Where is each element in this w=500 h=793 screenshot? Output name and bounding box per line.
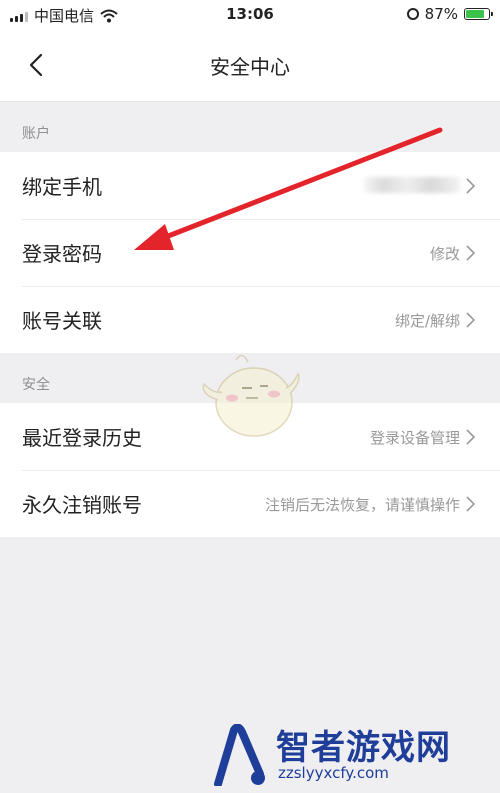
chevron-right-icon xyxy=(466,245,476,261)
row-value: 绑定/解绑 xyxy=(394,312,460,330)
mascot-icon xyxy=(202,354,300,437)
page-title: 安全中心 xyxy=(210,55,290,79)
row-label: 永久注销账号 xyxy=(22,493,142,517)
row-label: 最近登录历史 xyxy=(22,426,142,450)
row-value: 登录设备管理 xyxy=(369,429,460,447)
row-label: 登录密码 xyxy=(22,242,102,266)
battery-fill xyxy=(466,10,485,18)
chevron-right-icon xyxy=(466,429,476,445)
chevron-right-icon xyxy=(466,496,476,512)
status-bar: 中国电信 13:06 87% xyxy=(0,0,500,28)
site-watermark: 智者游戏网 zzslyyxcfy.com xyxy=(212,720,492,790)
watermark-url: zzslyyxcfy.com xyxy=(278,764,389,782)
row-value: 注销后无法恢复，请谨慎操作 xyxy=(264,496,460,514)
row-account-link[interactable]: 账号关联 绑定/解绑 xyxy=(0,286,500,353)
row-label: 账号关联 xyxy=(22,309,102,333)
orientation-lock-icon xyxy=(406,8,419,20)
section-header-account: 账户 xyxy=(22,126,50,142)
account-group: 绑定手机 登录密码 修改 账号关联 绑定/解绑 xyxy=(0,152,500,353)
status-right: 87% xyxy=(406,5,493,23)
row-delete-account[interactable]: 永久注销账号 注销后无法恢复，请谨慎操作 xyxy=(0,470,500,537)
navigation-bar: 安全中心 xyxy=(0,28,500,102)
chevron-right-icon xyxy=(466,178,476,194)
watermark-title: 智者游戏网 xyxy=(276,728,451,768)
battery-icon xyxy=(464,8,493,20)
battery-percent: 87% xyxy=(424,5,458,23)
row-login-password[interactable]: 登录密码 修改 xyxy=(0,219,500,286)
row-value: 修改 xyxy=(429,245,460,263)
watermark-logo-icon xyxy=(214,724,265,786)
row-bind-phone[interactable]: 绑定手机 xyxy=(0,152,500,219)
chevron-right-icon xyxy=(466,312,476,328)
phone-number-redacted xyxy=(364,177,460,193)
row-label: 绑定手机 xyxy=(22,175,102,199)
